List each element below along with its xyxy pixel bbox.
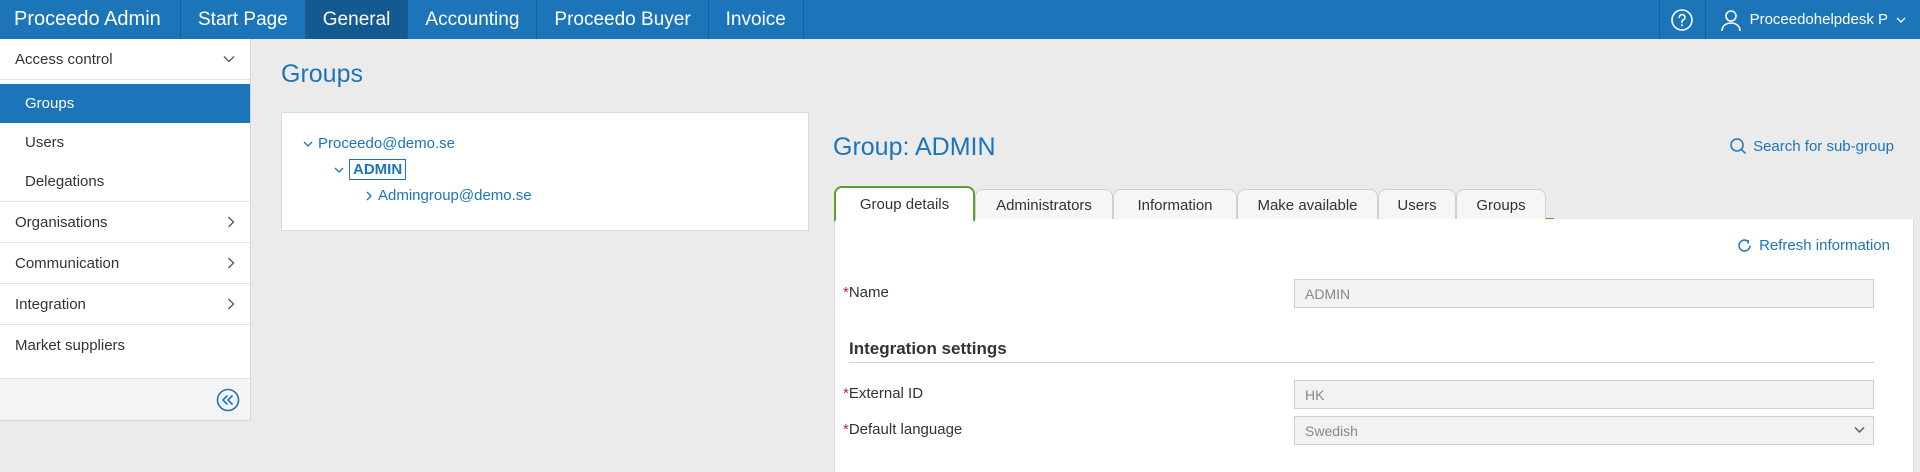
name-field[interactable]: ADMIN — [1294, 279, 1874, 308]
user-name: Proceedohelpdesk P — [1749, 11, 1888, 28]
chevron-down-icon — [223, 56, 235, 63]
sidebar-item-market-suppliers[interactable]: Market suppliers — [0, 324, 250, 365]
chevron-down-icon — [303, 141, 313, 147]
page-title: Groups — [281, 60, 363, 88]
name-label-text: Name — [848, 284, 889, 301]
external-id-field-label: *External ID — [843, 385, 923, 402]
tree-node-label: Admingroup@demo.se — [378, 187, 532, 204]
refresh-information-link[interactable]: Refresh information — [1736, 237, 1890, 254]
search-subgroup-link[interactable]: Search for sub-group — [1729, 137, 1894, 155]
sidebar-item-delegations[interactable]: Delegations — [0, 162, 250, 201]
name-field-label: *Name — [843, 284, 889, 301]
nav-start-page[interactable]: Start Page — [181, 0, 306, 39]
nav-general[interactable]: General — [305, 0, 409, 39]
sidebar-item-label: Organisations — [15, 213, 108, 231]
chevron-right-icon — [228, 298, 235, 310]
sidebar-item-label: Market suppliers — [15, 336, 126, 354]
sidebar-section-label: Access control — [15, 50, 113, 68]
app-brand[interactable]: Proceedo Admin — [0, 0, 181, 39]
sidebar-item-label: Integration — [15, 295, 86, 313]
sidebar-item-label: Communication — [15, 254, 120, 272]
group-details-panel: Refresh information *Name ADMIN Integrat… — [834, 219, 1914, 472]
chevron-down-icon — [1896, 17, 1906, 23]
sidebar-item-users[interactable]: Users — [0, 123, 250, 162]
tab-users[interactable]: Users — [1378, 189, 1456, 220]
sidebar-item-integration[interactable]: Integration — [0, 283, 250, 324]
tree-node-child[interactable]: Admingroup@demo.se — [365, 187, 532, 204]
refresh-icon — [1738, 239, 1751, 252]
external-id-field[interactable]: HK — [1294, 380, 1874, 409]
section-divider — [849, 362, 1874, 363]
chevron-down-icon — [334, 167, 344, 173]
search-icon — [1730, 138, 1747, 155]
chevron-right-icon — [228, 257, 235, 269]
group-tabs: Group details Administrators Information… — [834, 186, 1554, 222]
chevron-down-icon — [1854, 427, 1865, 433]
default-language-field-label: *Default language — [843, 421, 962, 438]
group-tree-panel: Proceedo@demo.se ADMIN Admingroup@demo.s… — [281, 112, 809, 231]
tab-make-available[interactable]: Make available — [1237, 189, 1378, 220]
tree-node-selected[interactable]: ADMIN — [334, 159, 407, 180]
user-menu-button[interactable]: Proceedohelpdesk P — [1706, 0, 1920, 39]
group-title: Group: ADMIN — [833, 133, 996, 161]
nav-accounting[interactable]: Accounting — [408, 0, 538, 39]
tab-groups[interactable]: Groups — [1456, 189, 1546, 220]
chevron-right-icon — [228, 216, 235, 228]
default-language-label-text: Default language — [848, 421, 963, 438]
refresh-label: Refresh information — [1759, 237, 1890, 254]
chevron-right-icon — [366, 191, 372, 200]
double-chevron-left-icon[interactable] — [216, 388, 240, 412]
sidebar-item-communication[interactable]: Communication — [0, 242, 250, 283]
question-circle-icon — [1671, 8, 1693, 31]
sidebar: Access control Groups Users Delegations … — [0, 39, 251, 421]
top-right-controls: Proceedohelpdesk P — [1658, 0, 1920, 39]
sidebar-item-organisations[interactable]: Organisations — [0, 201, 250, 242]
nav-invoice[interactable]: Invoice — [709, 0, 804, 39]
tab-group-details[interactable]: Group details — [834, 186, 975, 222]
sidebar-item-groups[interactable]: Groups — [0, 84, 250, 123]
integration-settings-heading: Integration settings — [849, 339, 1007, 358]
external-id-label-text: External ID — [848, 385, 924, 402]
sidebar-section-access-control[interactable]: Access control — [0, 39, 250, 80]
default-language-value: Swedish — [1305, 422, 1358, 439]
search-subgroup-label: Search for sub-group — [1753, 137, 1894, 155]
tree-node-root[interactable]: Proceedo@demo.se — [303, 135, 455, 152]
help-button[interactable] — [1658, 0, 1706, 39]
tree-node-label: Proceedo@demo.se — [318, 135, 455, 152]
default-language-select[interactable]: Swedish — [1294, 416, 1874, 445]
tree-node-label: ADMIN — [349, 159, 407, 180]
nav-proceedo-buyer[interactable]: Proceedo Buyer — [537, 0, 709, 39]
tab-administrators[interactable]: Administrators — [975, 189, 1113, 220]
tab-information[interactable]: Information — [1113, 189, 1237, 220]
top-navigation-bar: Proceedo Admin Start Page General Accoun… — [0, 0, 1920, 39]
sidebar-footer — [0, 378, 250, 420]
user-icon — [1720, 9, 1741, 31]
